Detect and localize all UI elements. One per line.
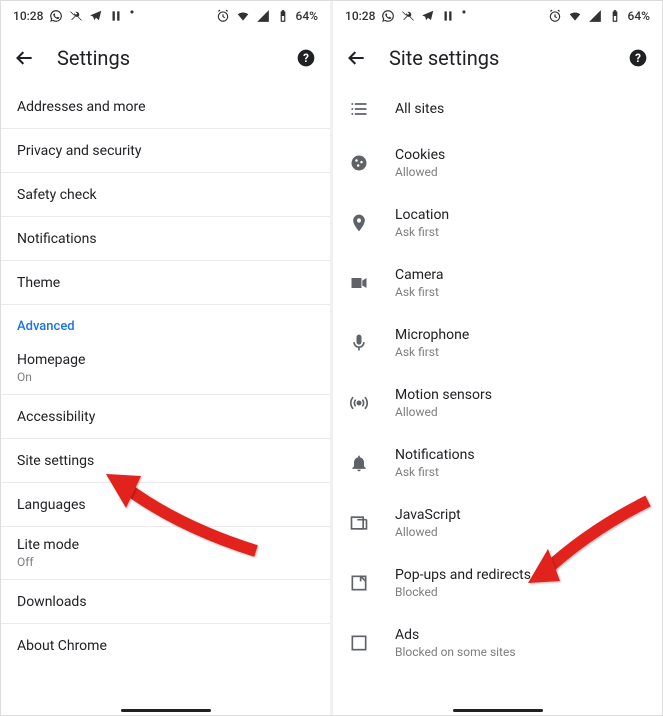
nav-pill-icon[interactable]: [121, 709, 211, 712]
more-indicator-icon: •: [461, 5, 466, 21]
settings-row-theme[interactable]: Theme: [1, 261, 330, 305]
settings-row-homepage[interactable]: Homepage On: [1, 342, 330, 395]
whatsapp-icon: [49, 9, 63, 23]
tools-icon: [69, 9, 83, 23]
back-icon[interactable]: [15, 48, 35, 68]
status-bar: 10:28 • 64%: [1, 1, 330, 31]
battery-icon: [276, 9, 290, 23]
battery-percent: 64%: [296, 9, 318, 23]
settings-row-about[interactable]: About Chrome: [1, 624, 330, 668]
site-row-cookies[interactable]: CookiesAllowed: [333, 133, 662, 193]
cookie-icon: [349, 153, 369, 173]
svg-text:?: ?: [303, 51, 309, 65]
settings-screen: 10:28 • 64% Settings ? Addresses and mor…: [1, 1, 330, 715]
settings-row-privacy[interactable]: Privacy and security: [1, 129, 330, 173]
settings-row-downloads[interactable]: Downloads: [1, 580, 330, 624]
site-row-ads[interactable]: AdsBlocked on some sites: [333, 613, 662, 673]
list-icon: [349, 99, 369, 119]
settings-row-addresses[interactable]: Addresses and more: [1, 85, 330, 129]
settings-row-safety-check[interactable]: Safety check: [1, 173, 330, 217]
status-bar: 10:28 • 64%: [333, 1, 662, 31]
battery-icon: [608, 9, 622, 23]
nav-pill-icon[interactable]: [453, 709, 543, 712]
javascript-icon: [349, 513, 369, 533]
help-icon[interactable]: ?: [628, 48, 648, 68]
site-row-notifications[interactable]: NotificationsAsk first: [333, 433, 662, 493]
more-indicator-icon: •: [129, 5, 134, 21]
site-row-javascript[interactable]: JavaScriptAllowed: [333, 493, 662, 553]
settings-row-languages[interactable]: Languages: [1, 483, 330, 527]
alarm-icon: [216, 9, 230, 23]
status-time: 10:28: [345, 9, 375, 23]
camera-icon: [349, 273, 369, 293]
site-row-camera[interactable]: CameraAsk first: [333, 253, 662, 313]
alarm-icon: [548, 9, 562, 23]
app-bar: Site settings ?: [333, 31, 662, 85]
wifi-icon: [568, 9, 582, 23]
settings-row-accessibility[interactable]: Accessibility: [1, 395, 330, 439]
settings-row-notifications[interactable]: Notifications: [1, 217, 330, 261]
signal-icon: [256, 9, 270, 23]
wifi-icon: [236, 9, 250, 23]
settings-row-site-settings[interactable]: Site settings: [1, 439, 330, 483]
status-time: 10:28: [13, 9, 43, 23]
whatsapp-icon: [381, 9, 395, 23]
app-bar: Settings ?: [1, 31, 330, 85]
site-settings-screen: 10:28 • 64% Site settings ? All sites Co…: [333, 1, 662, 715]
site-row-motion-sensors[interactable]: Motion sensorsAllowed: [333, 373, 662, 433]
site-row-all-sites[interactable]: All sites: [333, 85, 662, 133]
pause-icon: [109, 9, 123, 23]
settings-row-lite-mode[interactable]: Lite mode Off: [1, 527, 330, 580]
site-row-popups[interactable]: Pop-ups and redirectsBlocked: [333, 553, 662, 613]
site-row-location[interactable]: LocationAsk first: [333, 193, 662, 253]
ads-icon: [349, 633, 369, 653]
nav-bar: [1, 703, 330, 715]
bell-icon: [349, 453, 369, 473]
popup-icon: [349, 573, 369, 593]
nav-bar: [333, 703, 662, 715]
page-title: Site settings: [389, 46, 606, 70]
sensors-icon: [349, 393, 369, 413]
signal-icon: [588, 9, 602, 23]
telegram-icon: [421, 9, 435, 23]
page-title: Settings: [57, 46, 274, 70]
site-row-microphone[interactable]: MicrophoneAsk first: [333, 313, 662, 373]
microphone-icon: [349, 333, 369, 353]
battery-percent: 64%: [628, 9, 650, 23]
tools-icon: [401, 9, 415, 23]
telegram-icon: [89, 9, 103, 23]
advanced-section-header: Advanced: [1, 305, 330, 342]
back-icon[interactable]: [347, 48, 367, 68]
pause-icon: [441, 9, 455, 23]
svg-text:?: ?: [635, 51, 641, 65]
help-icon[interactable]: ?: [296, 48, 316, 68]
location-icon: [349, 213, 369, 233]
